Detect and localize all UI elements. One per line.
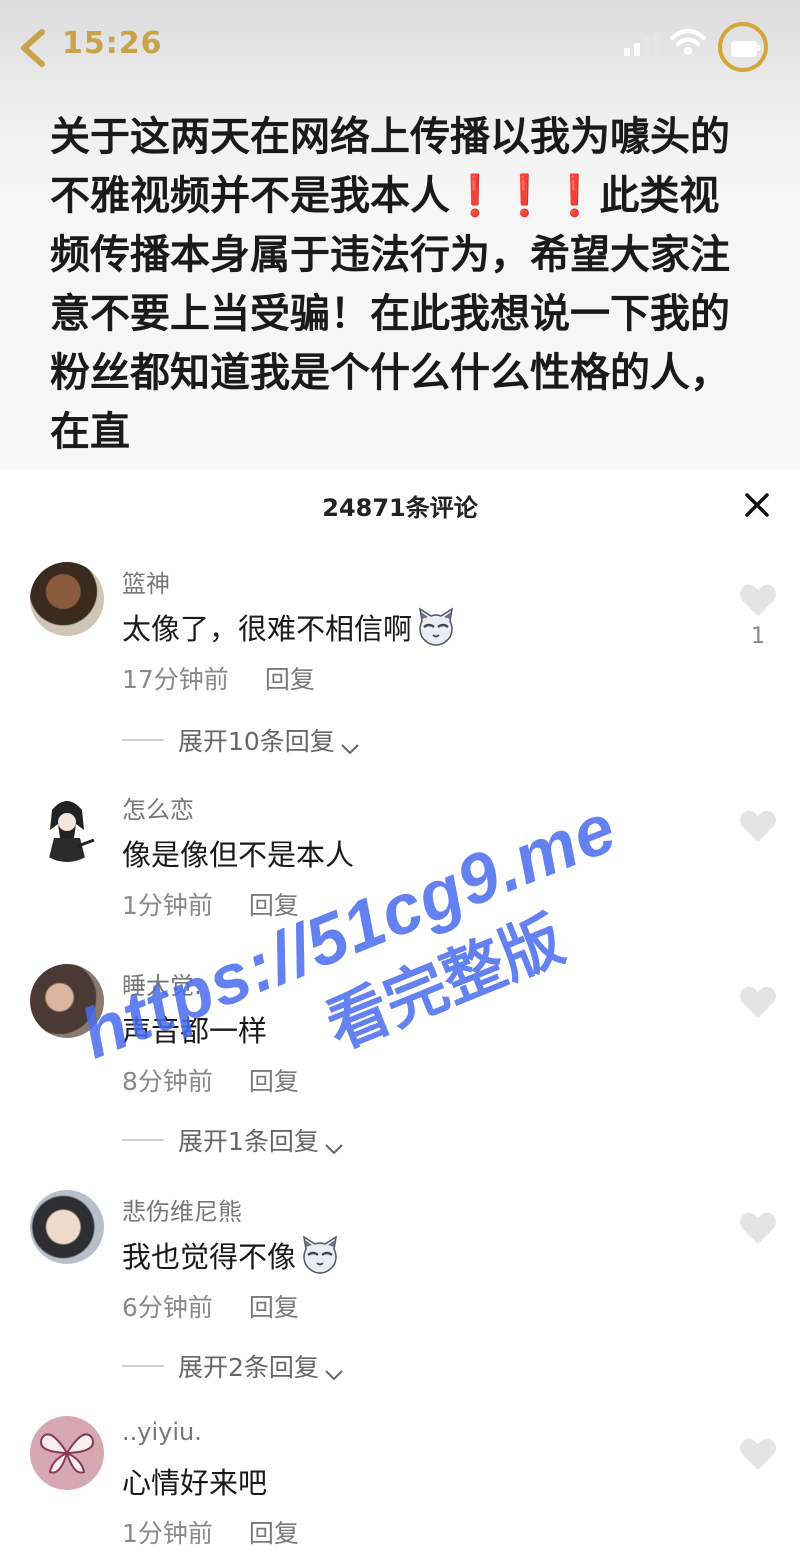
post-area: 15:26 关于这两天在网络上传播以我为噱头的不雅视频并不是我本人❗❗❗此类视频… — [0, 0, 800, 480]
comment-time: 6分钟前 — [122, 1293, 213, 1322]
battery-icon — [718, 22, 768, 72]
exclamation-icons: ❗❗❗ — [450, 173, 600, 219]
comment-meta: 17分钟前 回复 — [122, 660, 315, 696]
status-time: 15:26 — [62, 26, 163, 61]
avatar[interactable] — [30, 788, 104, 862]
comment-text: 我也觉得不像 — [122, 1234, 340, 1276]
divider — [122, 739, 164, 741]
cat-emoji-icon — [300, 1235, 340, 1275]
like-count: 1 — [751, 624, 765, 649]
comment-meta: 1分钟前 回复 — [122, 886, 299, 922]
comment-username[interactable]: 悲伤维尼熊 — [122, 1192, 242, 1227]
signal-icon — [622, 32, 662, 56]
wifi-icon — [670, 26, 706, 58]
reply-button[interactable]: 回复 — [249, 1293, 299, 1322]
comments-count-title: 24871条评论 — [322, 494, 478, 522]
heart-icon[interactable] — [738, 808, 778, 844]
chevron-down-icon — [323, 1359, 345, 1381]
post-caption: 关于这两天在网络上传播以我为噱头的不雅视频并不是我本人❗❗❗此类视频传播本身属于… — [50, 108, 750, 468]
avatar[interactable] — [30, 1190, 104, 1264]
heart-icon[interactable] — [738, 1210, 778, 1246]
comment-username[interactable]: 怎么恋 — [122, 790, 194, 825]
expand-replies-label: 展开2条回复 — [178, 1353, 319, 1382]
expand-replies-label: 展开1条回复 — [178, 1127, 319, 1156]
comment-text: 像是像但不是本人 — [122, 838, 355, 872]
chevron-down-icon — [323, 1133, 345, 1155]
expand-replies-button[interactable]: 展开2条回复 — [122, 1348, 345, 1384]
heart-icon[interactable] — [738, 984, 778, 1020]
comment-time: 1分钟前 — [122, 1519, 213, 1548]
comment-text-body: 太像了，很难不相信啊 — [122, 612, 413, 646]
comment-time: 1分钟前 — [122, 891, 213, 920]
comment-meta: 6分钟前 回复 — [122, 1288, 299, 1324]
comment-text-body: 我也觉得不像 — [122, 1240, 297, 1274]
cat-emoji-icon — [416, 607, 456, 647]
avatar[interactable] — [30, 1416, 104, 1490]
comment-username[interactable]: 篮神 — [122, 564, 170, 599]
comment-meta: 1分钟前 回复 — [122, 1514, 299, 1550]
comment-text: 心情好来吧 — [122, 1466, 268, 1500]
divider — [122, 1365, 164, 1367]
comment-username[interactable]: ..yiyiu. — [122, 1418, 202, 1446]
back-chevron-icon[interactable] — [14, 28, 52, 68]
avatar[interactable] — [30, 562, 104, 636]
close-icon[interactable] — [740, 488, 774, 522]
reply-button[interactable]: 回复 — [265, 665, 315, 694]
expand-replies-label: 展开10条回复 — [178, 727, 335, 756]
expand-replies-button[interactable]: 展开10条回复 — [122, 722, 361, 758]
comment-time: 17分钟前 — [122, 665, 229, 694]
chevron-down-icon — [339, 733, 361, 755]
status-bar: 15:26 — [0, 0, 800, 100]
comment-text: 太像了，很难不相信啊 — [122, 606, 456, 648]
heart-icon[interactable] — [738, 582, 778, 618]
reply-button[interactable]: 回复 — [249, 1519, 299, 1548]
heart-icon[interactable] — [738, 1436, 778, 1472]
